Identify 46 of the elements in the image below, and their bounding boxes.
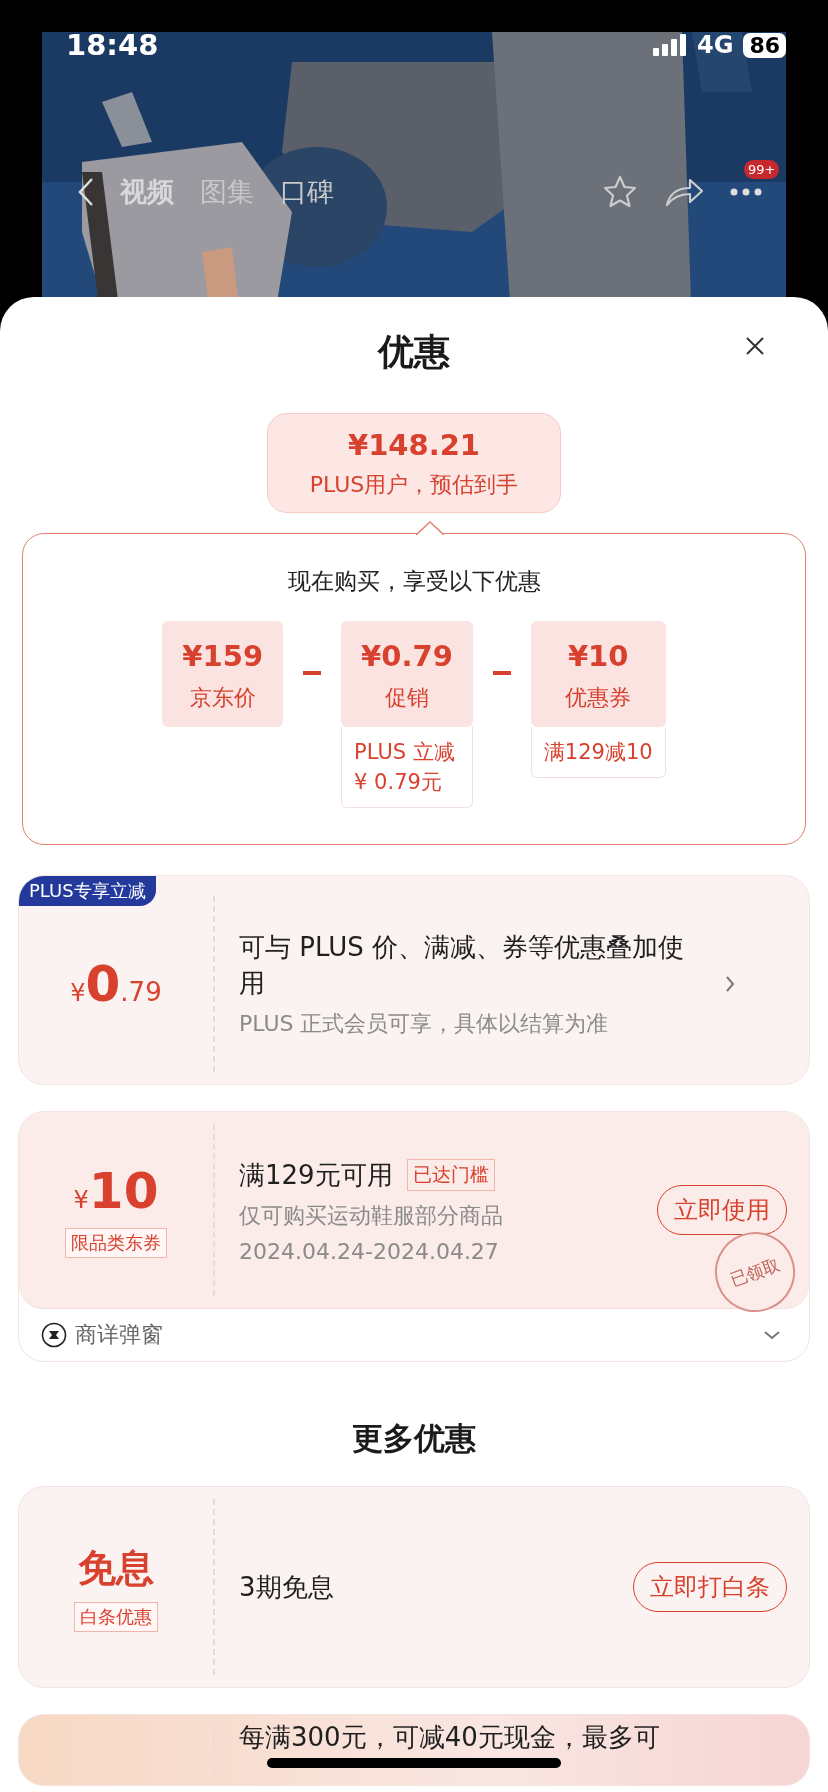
nav-tab[interactable]: 口碑 bbox=[280, 174, 334, 210]
price-label: 优惠券 bbox=[564, 684, 633, 712]
price-amount: ¥0.79 bbox=[361, 639, 453, 673]
offer-name: 免息 bbox=[78, 1544, 154, 1592]
offer-type-badge: 白条优惠 bbox=[74, 1601, 158, 1632]
offer-title: 满129元可用 bbox=[239, 1158, 393, 1192]
back-icon[interactable] bbox=[78, 177, 94, 207]
coupon-type-badge: 限品类东券 bbox=[65, 1228, 167, 1258]
price-label: 促销 bbox=[383, 684, 430, 712]
threshold-tag: 已达门槛 bbox=[406, 1158, 495, 1191]
status-time: 18:48 bbox=[66, 28, 159, 62]
offer-title: 每满300元，可减40元现金，最多可 bbox=[239, 1721, 661, 1754]
detail-text: 满129减10 bbox=[543, 739, 653, 766]
signal-icon bbox=[652, 34, 687, 56]
battery-level: 86 bbox=[743, 32, 786, 58]
validity-dates: 2024.04.24-2024.04.27 bbox=[239, 1238, 500, 1264]
detail-text: ¥ 0.79元 bbox=[354, 769, 443, 796]
more-icon[interactable] bbox=[730, 188, 762, 196]
section-heading: 更多优惠 bbox=[351, 1419, 477, 1458]
close-icon[interactable] bbox=[745, 336, 765, 356]
detail-text: PLUS 立减 bbox=[354, 739, 456, 766]
footer-label: 商详弹窗 bbox=[75, 1321, 163, 1349]
estimated-price: ¥148.21 bbox=[346, 428, 482, 462]
star-icon[interactable] bbox=[602, 174, 638, 210]
minus-icon bbox=[303, 671, 322, 675]
offer-description: 仅可购买运动鞋服部分商品 bbox=[239, 1201, 504, 1230]
estimate-caption: PLUS用户，预估到手 bbox=[308, 471, 520, 499]
offer-title: 可与 PLUS 价、满减、券等优惠叠加使用 bbox=[239, 931, 685, 1000]
plus-tag: PLUS专享立减 bbox=[19, 876, 156, 906]
offer-subtitle: PLUS 正式会员可享，具体以结算为准 bbox=[239, 1010, 610, 1038]
share-icon[interactable] bbox=[664, 176, 704, 208]
chevron-down-icon[interactable] bbox=[763, 1330, 781, 1340]
discount-amount: ¥0.79 bbox=[70, 955, 162, 1013]
coupon-amount: ¥10 bbox=[73, 1162, 159, 1220]
sheet-title: 优惠 bbox=[378, 329, 450, 374]
minus-icon bbox=[492, 671, 511, 675]
circle-icon bbox=[41, 1322, 67, 1348]
nav-tab[interactable]: 视频 bbox=[120, 174, 174, 210]
breakdown-heading: 现在购买，享受以下优惠 bbox=[286, 567, 542, 596]
price-label: 京东价 bbox=[188, 684, 257, 712]
baitiao-button[interactable]: 立即打白条 bbox=[633, 1562, 787, 1612]
price-amount: ¥10 bbox=[566, 639, 630, 673]
network-label: 4G bbox=[696, 31, 734, 59]
price-amount: ¥159 bbox=[182, 639, 264, 673]
offer-title: 3期免息 bbox=[239, 1571, 335, 1604]
chevron-right-icon[interactable] bbox=[725, 975, 735, 993]
